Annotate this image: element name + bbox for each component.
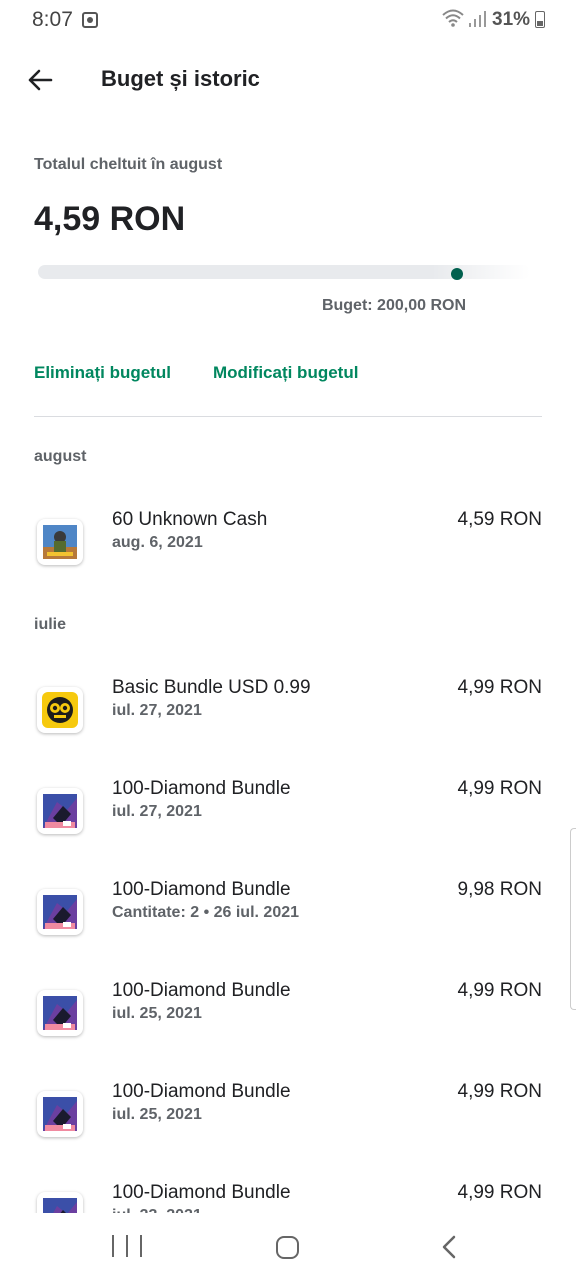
section-header-iulie: iulie <box>34 616 67 633</box>
notification-icon <box>82 12 98 28</box>
brawl-stars-app-icon <box>37 687 83 733</box>
transaction-amount: 4,99 RON <box>457 677 542 698</box>
home-icon[interactable] <box>276 1236 299 1259</box>
transaction-date: iul. 25, 2021 <box>112 1106 202 1123</box>
status-time: 8:07 <box>32 8 73 31</box>
transaction-row[interactable]: 100-Diamond Bundle iul. 27, 2021 4,99 RO… <box>0 778 576 858</box>
transaction-row[interactable]: Basic Bundle USD 0.99 iul. 27, 2021 4,99… <box>0 677 576 757</box>
back-button[interactable] <box>22 62 58 98</box>
budget-limit-label: Buget: 200,00 RON <box>321 297 466 314</box>
transaction-amount: 4,99 RON <box>457 980 542 1001</box>
transaction-amount: 4,99 RON <box>457 778 542 799</box>
transaction-amount: 4,99 RON <box>457 1182 542 1203</box>
battery-icon <box>535 11 545 28</box>
battery-percent: 31% <box>492 9 531 30</box>
spent-amount: 4,59 RON <box>34 200 186 238</box>
transaction-quantity-date: Cantitate: 2 • 26 iul. 2021 <box>112 904 300 921</box>
transaction-title: 100-Diamond Bundle <box>112 879 291 900</box>
edit-budget-button[interactable]: Modificați bugetul <box>213 363 358 383</box>
free-fire-app-icon <box>37 990 83 1036</box>
transaction-row[interactable]: 100-Diamond Bundle Cantitate: 2 • 26 iul… <box>0 879 576 959</box>
free-fire-app-icon <box>37 1091 83 1137</box>
system-nav-bar <box>0 1213 576 1280</box>
transaction-date: aug. 6, 2021 <box>112 534 203 551</box>
transaction-date: iul. 25, 2021 <box>112 1005 202 1022</box>
wifi-icon <box>442 9 464 27</box>
section-header-august: august <box>34 448 87 465</box>
pubg-app-icon <box>37 519 83 565</box>
spent-label: Totalul cheltuit în august <box>34 156 223 173</box>
scrollbar[interactable] <box>570 828 576 1010</box>
transaction-date: iul. 27, 2021 <box>112 702 202 719</box>
transaction-title: 100-Diamond Bundle <box>112 778 291 799</box>
transaction-amount: 4,59 RON <box>457 509 542 530</box>
transaction-date: iul. 27, 2021 <box>112 803 202 820</box>
transaction-amount: 9,98 RON <box>457 879 542 900</box>
remove-budget-button[interactable]: Eliminați bugetul <box>34 363 171 383</box>
transaction-amount: 4,99 RON <box>457 1081 542 1102</box>
budget-progress-marker <box>451 268 463 280</box>
transaction-title: Basic Bundle USD 0.99 <box>112 677 311 698</box>
free-fire-app-icon <box>37 788 83 834</box>
recents-icon[interactable] <box>112 1235 142 1257</box>
transaction-title: 100-Diamond Bundle <box>112 980 291 1001</box>
free-fire-app-icon <box>37 889 83 935</box>
signal-icon <box>469 11 486 27</box>
transaction-title: 60 Unknown Cash <box>112 509 268 530</box>
arrow-back-icon <box>28 69 53 91</box>
page-title: Buget și istoric <box>101 66 260 91</box>
transaction-title: 100-Diamond Bundle <box>112 1182 291 1203</box>
transaction-row[interactable]: 100-Diamond Bundle iul. 25, 2021 4,99 RO… <box>0 1081 576 1161</box>
transaction-row[interactable]: 60 Unknown Cash aug. 6, 2021 4,59 RON <box>0 509 576 589</box>
transaction-row[interactable]: 100-Diamond Bundle iul. 25, 2021 4,99 RO… <box>0 980 576 1060</box>
transaction-title: 100-Diamond Bundle <box>112 1081 291 1102</box>
back-icon[interactable] <box>436 1233 462 1261</box>
divider <box>34 416 542 417</box>
status-bar: 8:07 31% <box>0 0 576 42</box>
app-bar: Buget și istoric <box>0 50 576 110</box>
